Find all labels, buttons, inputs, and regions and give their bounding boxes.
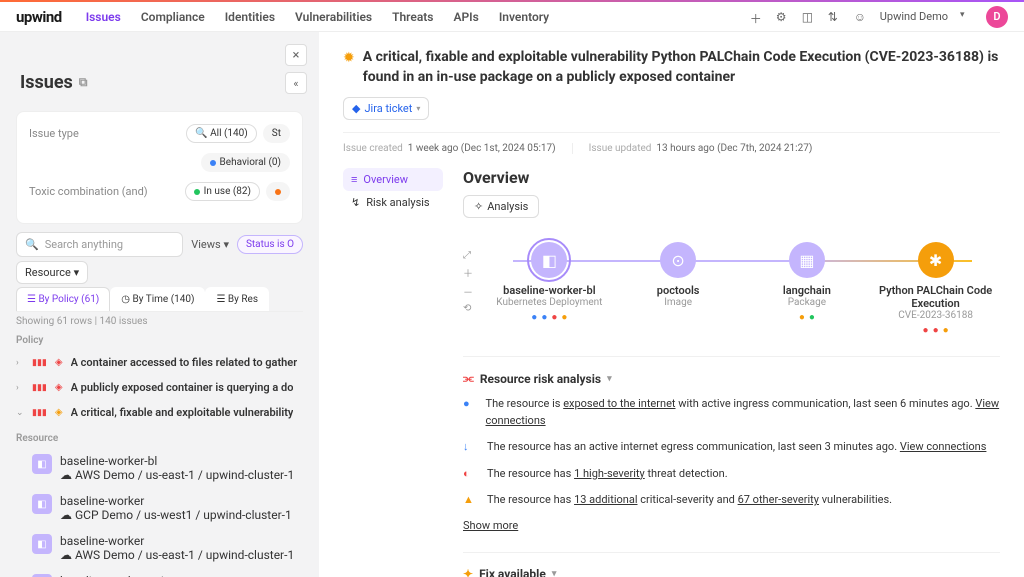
external-link-icon[interactable]: ⧉ (79, 75, 88, 90)
timestamps: Issue created 1 week ago (Dec 1st, 2024 … (343, 132, 1000, 154)
risk-analysis-heading[interactable]: ⫘ Resource risk analysis ▾ (463, 371, 1000, 386)
resource-row[interactable]: ◧baseline-worker-bl☁ AWS Demo / us-east-… (0, 448, 319, 488)
resource-row[interactable]: ◧baseline-worker☁ GCP Demo / us-west1 / … (0, 488, 319, 528)
gear-icon[interactable]: ⚙ (776, 10, 790, 24)
policy-section-label: Policy (16, 335, 303, 346)
close-button[interactable]: × (285, 44, 307, 66)
views-dropdown[interactable]: Views ▾ (191, 238, 229, 251)
nav-identities[interactable]: Identities (225, 10, 275, 24)
nav-compliance[interactable]: Compliance (141, 10, 205, 24)
avatar[interactable]: D (986, 6, 1008, 28)
filter-pill[interactable]: In use (82) (185, 182, 260, 201)
sidenav-overview[interactable]: ≡Overview (343, 168, 443, 191)
tab-by-time-[interactable]: ◷ By Time (140) (110, 287, 205, 311)
filter-pill[interactable]: 🔍 All (140) (186, 124, 257, 143)
policy-row[interactable]: ›▮▮▮◈A container accessed to files relat… (0, 350, 319, 375)
activity-icon[interactable]: ⇅ (828, 10, 842, 24)
org-label[interactable]: Upwind Demo (880, 10, 948, 23)
expand-icon[interactable]: ⤢ (463, 250, 473, 261)
policy-row[interactable]: ›▮▮▮◈A publicly exposed container is que… (0, 375, 319, 400)
grouping-tabs: ☰ By Policy (61)◷ By Time (140)☰ By Res (16, 287, 303, 312)
search-input[interactable]: 🔍 Search anything (16, 232, 183, 257)
filter-pill[interactable]: St (263, 124, 290, 143)
fix-icon: ✦ (463, 567, 473, 577)
resource-section-label: Resource (16, 433, 303, 444)
risk-item: ◐The resource has 1 high-severity threat… (463, 466, 1000, 483)
topbar-actions: ＋ ⚙ ◫ ⇅ ☺ Upwind Demo ▾ D (750, 6, 1008, 28)
risk-icon: ⫘ (463, 371, 474, 386)
overview-heading: Overview (463, 168, 1000, 187)
chevron-down-icon: ▾ (552, 569, 557, 577)
chevron-down-icon[interactable]: ▾ (960, 10, 974, 24)
resource-icon: ◧ (32, 454, 52, 474)
jira-ticket-button[interactable]: ◆ Jira ticket ▾ (343, 97, 429, 120)
resource-row[interactable]: ◧baseline-worker☁ AWS Demo / us-east-1 /… (0, 528, 319, 568)
collapse-button[interactable]: « (285, 72, 307, 94)
issue-detail: ✹ A critical, fixable and exploitable vu… (319, 32, 1024, 577)
filter-pill[interactable] (266, 182, 290, 201)
risk-item: ●The resource is exposed to the internet… (463, 396, 1000, 429)
policy-row[interactable]: ⌄▮▮▮◈A critical, fixable and exploitable… (0, 400, 319, 425)
main-nav: Issues Compliance Identities Vulnerabilitie… (86, 10, 549, 24)
status-filter-pill[interactable]: Status is O (237, 235, 303, 254)
jira-icon: ◆ (352, 102, 360, 115)
logo: upwind (16, 8, 62, 26)
panel-icon[interactable]: ◫ (802, 10, 816, 24)
chevron-down-icon: ▾ (607, 374, 612, 384)
graph-node[interactable]: ▦langchainPackage●● (747, 242, 867, 323)
issues-sidebar: × « Issues ⧉ Issue type 🔍 All (140) St Be… (0, 32, 319, 577)
topbar: upwind Issues Compliance Identities Vulnera… (0, 2, 1024, 32)
severity-icon: ✹ (343, 50, 355, 66)
resource-icon: ◧ (32, 494, 52, 514)
resource-icon: ◧ (32, 534, 52, 554)
zoom-in-icon[interactable]: ＋ (463, 265, 473, 280)
zoom-out-icon[interactable]: － (463, 284, 473, 299)
panel-title: Issues ⧉ (0, 52, 319, 103)
nav-issues[interactable]: Issues (86, 10, 121, 24)
tab-by-policy-[interactable]: ☰ By Policy (61) (16, 287, 110, 311)
filter-label-issue-type: Issue type (29, 127, 79, 140)
risk-item: ↓The resource has an active internet egr… (463, 439, 1000, 456)
filter-label-toxic: Toxic combination (and) (29, 185, 148, 198)
resource-row[interactable]: ◧baseline-worker-api☁ AWS Demo / us-east… (0, 568, 319, 577)
analysis-button[interactable]: ✧ Analysis (463, 195, 539, 218)
chevron-down-icon: ▾ (416, 104, 420, 113)
nav-threats[interactable]: Threats (392, 10, 433, 24)
plus-icon[interactable]: ＋ (750, 10, 764, 24)
fix-available-heading[interactable]: ✦ Fix available ▾ (463, 567, 1000, 577)
nav-inventory[interactable]: Inventory (499, 10, 549, 24)
graph-node[interactable]: ◧baseline-worker-blKubernetes Deployment… (489, 242, 609, 323)
detail-side-nav: ≡Overview↯Risk analysis (343, 168, 443, 577)
resource-graph: ⤢ ＋ － ⟲ ◧baseline-worker-blKubernetes De… (463, 242, 1000, 336)
risk-item: ▲The resource has 13 additional critical… (463, 492, 1000, 509)
person-icon[interactable]: ☺ (854, 10, 868, 24)
graph-node[interactable]: ✱Python PALChain Code ExecutionCVE-2023-… (876, 242, 996, 336)
filter-pill[interactable]: Behavioral (0) (201, 153, 290, 172)
graph-node[interactable]: ⊙poctoolsImage (618, 242, 738, 308)
reset-icon[interactable]: ⟲ (463, 303, 473, 314)
issue-title: A critical, fixable and exploitable vuln… (363, 48, 1000, 87)
sidenav-risk-analysis[interactable]: ↯Risk analysis (343, 191, 443, 214)
search-icon: 🔍 (25, 238, 39, 251)
show-more-link[interactable]: Show more (463, 519, 518, 532)
filter-card: Issue type 🔍 All (140)St Behavioral (0) … (16, 111, 303, 224)
tab-by-res[interactable]: ☰ By Res (205, 287, 269, 311)
nav-vulnerabilities[interactable]: Vulnerabilities (295, 10, 372, 24)
nav-apis[interactable]: APIs (453, 10, 478, 24)
row-count: Showing 61 rows | 140 issues (16, 316, 303, 327)
wand-icon: ✧ (474, 200, 483, 213)
resource-dropdown[interactable]: Resource ▾ (16, 261, 88, 284)
